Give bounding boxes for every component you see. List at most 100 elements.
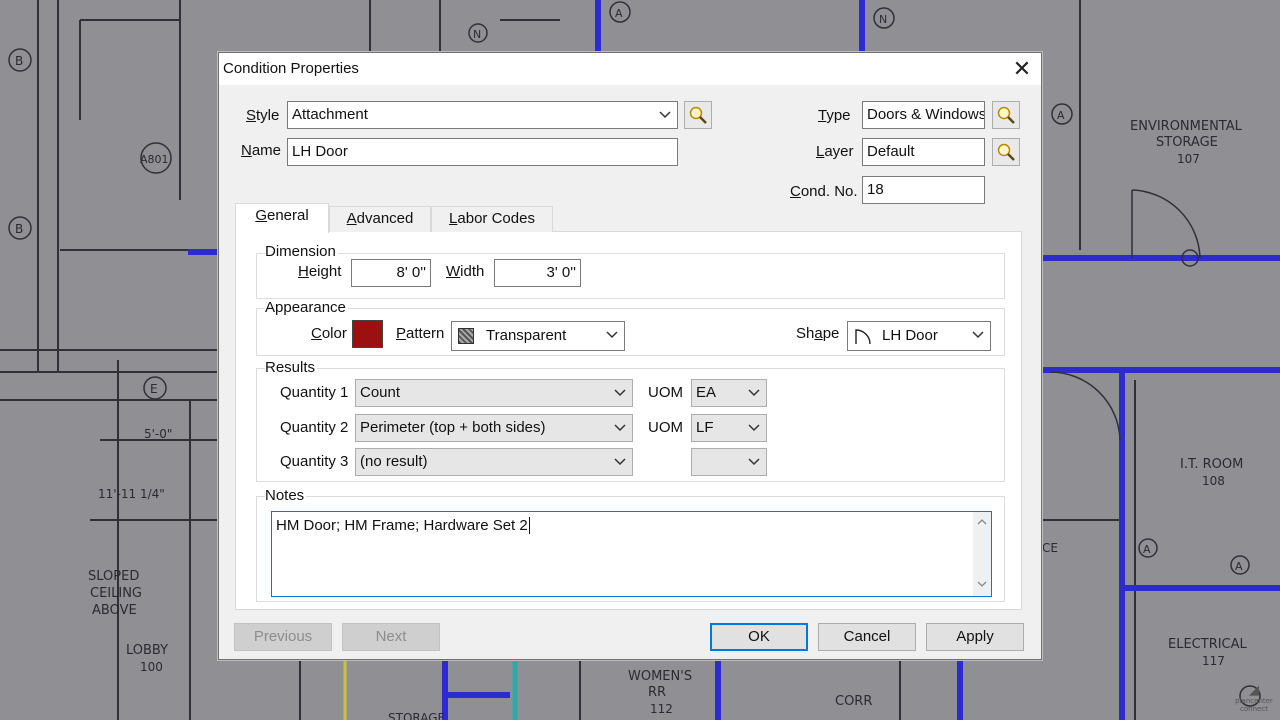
apply-button[interactable]: Apply — [926, 623, 1024, 651]
blueprint-label: 5'-0" — [144, 427, 172, 441]
tab-general-accel: G — [255, 207, 267, 224]
name-label-accel: N — [241, 142, 252, 159]
chevron-down-icon — [748, 380, 760, 406]
shape-label-pre: Sh — [796, 325, 815, 342]
previous-button[interactable]: Previous — [234, 623, 332, 651]
door-swing-icon — [855, 329, 871, 345]
appearance-group-title: Appearance — [265, 299, 348, 316]
layer-label: Layer — [816, 143, 854, 160]
tab-labor-codes[interactable]: Labor Codes — [431, 206, 553, 232]
ok-button[interactable]: OK — [710, 623, 808, 651]
name-input[interactable]: LH Door — [287, 138, 678, 166]
uom-2-label: UOM — [648, 419, 683, 436]
chevron-down-icon — [614, 449, 626, 475]
tab-advanced-label: dvanced — [356, 210, 414, 227]
notes-scrollbar[interactable] — [973, 512, 991, 596]
blueprint-label: 100 — [140, 660, 163, 674]
type-search-button[interactable] — [992, 101, 1020, 129]
blueprint-label: E — [150, 382, 158, 396]
cond-no-input[interactable]: 18 — [862, 176, 985, 204]
height-input[interactable]: 8' 0'' — [351, 259, 431, 287]
notes-group-title: Notes — [265, 487, 307, 504]
quantity-1-dropdown[interactable]: Count — [355, 379, 633, 407]
quantity-3-dropdown[interactable]: (no result) — [355, 448, 633, 476]
blueprint-label: LOBBY — [126, 643, 168, 658]
text-caret — [528, 517, 530, 534]
color-swatch[interactable] — [352, 320, 383, 348]
quantity-2-value: Perimeter (top + both sides) — [360, 419, 546, 436]
color-label: Color — [311, 325, 347, 342]
width-input[interactable]: 3' 0'' — [494, 259, 581, 287]
quantity-1-value: Count — [360, 384, 401, 401]
type-label: Type — [818, 107, 851, 124]
quantity-2-dropdown[interactable]: Perimeter (top + both sides) — [355, 414, 633, 442]
blueprint-label: ENVIRONMENTAL — [1130, 119, 1243, 134]
blueprint-label: WOMEN'S — [628, 669, 692, 684]
height-label-accel: H — [298, 263, 309, 280]
scroll-down-icon[interactable] — [977, 581, 987, 587]
blueprint-label: 108 — [1202, 474, 1225, 488]
chevron-down-icon — [614, 380, 626, 406]
style-dropdown[interactable]: Attachment — [287, 101, 678, 129]
blueprint-label: 112 — [650, 702, 673, 716]
magnifier-icon — [689, 106, 707, 124]
uom-1-label: UOM — [648, 384, 683, 401]
blueprint-label: N — [879, 13, 887, 26]
layer-label-text: ayer — [824, 143, 854, 160]
cond-no-label-text: ond. No. — [800, 183, 858, 200]
shape-label-accel: a — [814, 325, 823, 342]
cond-no-label: Cond. No. — [790, 183, 858, 200]
tab-general[interactable]: General — [235, 203, 329, 233]
notes-text: HM Door; HM Frame; Hardware Set 2 — [276, 517, 528, 534]
notes-textarea[interactable]: HM Door; HM Frame; Hardware Set 2 — [271, 511, 992, 597]
blueprint-label: ABOVE — [92, 603, 137, 618]
blueprint-label: STORAGE — [1156, 135, 1218, 150]
shape-dropdown[interactable]: LH Door — [847, 321, 991, 351]
style-label: Style — [246, 107, 279, 124]
shape-label-text: pe — [822, 325, 840, 342]
tab-general-label: eneral — [266, 207, 309, 224]
close-icon[interactable]: ✕ — [1009, 56, 1035, 82]
style-search-button[interactable] — [684, 101, 712, 129]
pattern-label-accel: P — [396, 325, 407, 342]
chevron-down-icon — [659, 102, 671, 128]
blueprint-label: A — [1143, 543, 1151, 556]
style-label-accel: S — [246, 107, 257, 124]
magnifier-icon — [997, 143, 1015, 161]
condition-properties-dialog: Condition Properties ✕ Style Attachment … — [218, 52, 1042, 660]
results-group-title: Results — [265, 359, 318, 376]
blueprint-label: 107 — [1177, 152, 1200, 166]
chevron-down-icon — [606, 322, 618, 350]
height-label-text: eight — [308, 263, 342, 280]
logo-icon: ◢ — [1249, 683, 1259, 698]
blueprint-label: STORAGE — [388, 711, 445, 720]
style-label-text: tyle — [256, 107, 280, 124]
layer-field[interactable]: Default — [862, 138, 985, 166]
quantity-3-value: (no result) — [360, 453, 428, 470]
uom-1-value: EA — [696, 384, 717, 401]
uom-2-dropdown[interactable]: LF — [691, 414, 767, 442]
color-label-text: olor — [321, 325, 347, 342]
pattern-value: Transparent — [486, 327, 567, 344]
dialog-title: Condition Properties — [223, 60, 359, 77]
next-button[interactable]: Next — [342, 623, 440, 651]
uom-1-dropdown[interactable]: EA — [691, 379, 767, 407]
tab-advanced[interactable]: Advanced — [329, 206, 431, 232]
logo-text: plancenter — [1235, 697, 1273, 705]
pattern-label: Pattern — [396, 325, 444, 342]
pattern-label-text: attern — [406, 325, 445, 342]
pattern-dropdown[interactable]: Transparent — [451, 321, 625, 351]
blueprint-label: A — [1235, 560, 1243, 573]
cancel-button[interactable]: Cancel — [818, 623, 916, 651]
layer-search-button[interactable] — [992, 138, 1020, 166]
blueprint-label: SLOPED — [88, 569, 139, 584]
scroll-up-icon[interactable] — [977, 519, 987, 525]
blueprint-label: CORR — [835, 694, 872, 709]
blueprint-label: CE — [1042, 541, 1058, 555]
uom-3-dropdown[interactable] — [691, 448, 767, 476]
blueprint-label: CEILING — [90, 586, 142, 601]
brand-logo: ◢ plancenter connect — [1232, 684, 1276, 713]
title-bar[interactable]: Condition Properties ✕ — [219, 53, 1041, 85]
blueprint-label: ELECTRICAL — [1168, 637, 1248, 652]
type-field[interactable]: Doors & Windows — [862, 101, 985, 129]
